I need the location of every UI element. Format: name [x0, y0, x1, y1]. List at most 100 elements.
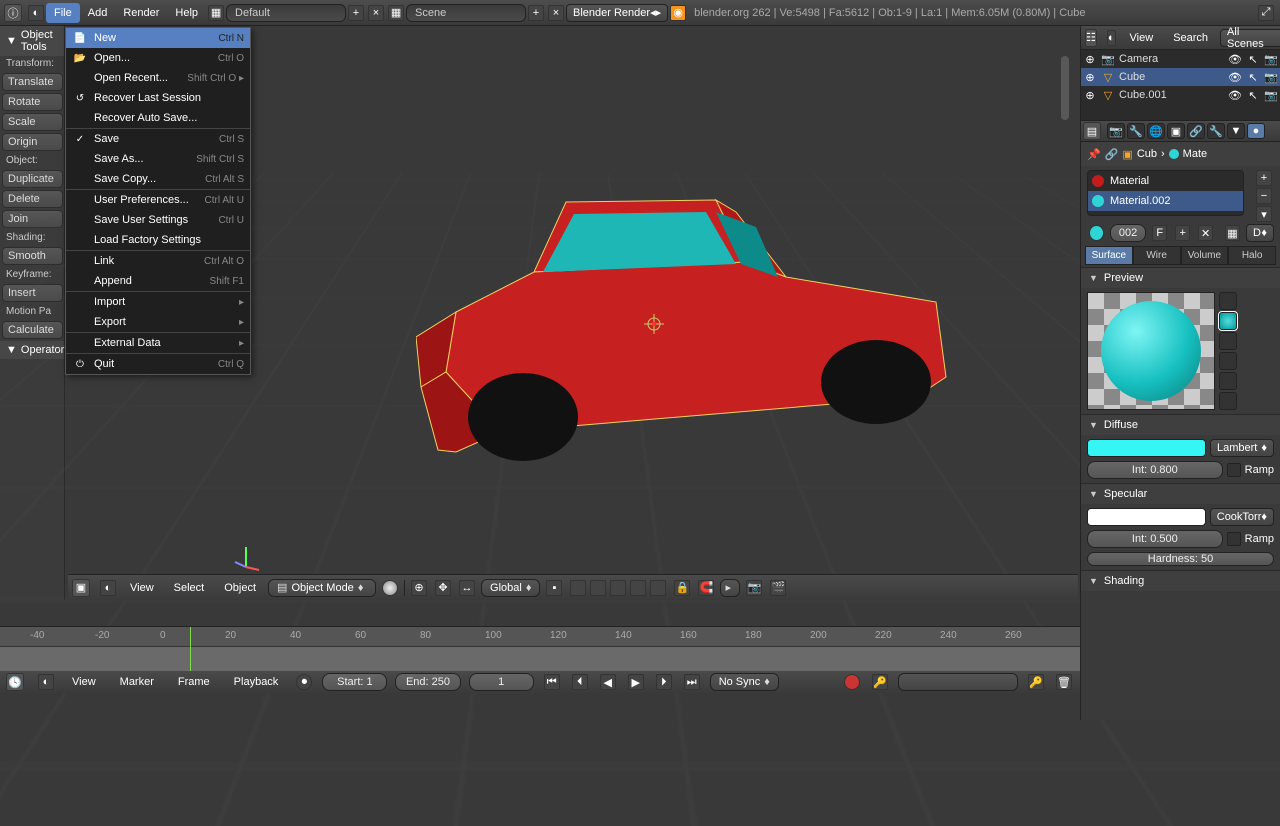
prev-monkey-icon[interactable] — [1219, 352, 1237, 370]
tab-modifiers-icon[interactable]: 🔧 — [1207, 123, 1225, 139]
file-menu-save-user-settings[interactable]: Save User SettingsCtrl U — [66, 210, 250, 230]
mode-dropdown[interactable]: ▤ Object Mode ♦ — [268, 579, 376, 597]
prev-flat-icon[interactable] — [1219, 292, 1237, 310]
shading-panel-header[interactable]: ▼Shading — [1081, 570, 1280, 591]
outl-search[interactable]: Search — [1165, 28, 1216, 48]
mat-remove-icon[interactable]: − — [1256, 188, 1272, 204]
keyframe-next-icon[interactable]: ⏵ — [656, 674, 672, 690]
splash-icon[interactable]: ◐ — [28, 5, 44, 21]
3d-menu-object[interactable]: Object — [216, 578, 264, 598]
timeline-editor-icon[interactable]: 🕓 — [6, 673, 24, 691]
tab-material-icon[interactable]: ● — [1247, 123, 1265, 139]
file-menu-user-preferences-[interactable]: User Preferences...Ctrl Alt U — [66, 190, 250, 210]
tl-menu-frame[interactable]: Frame — [170, 672, 218, 692]
specular-intensity-field[interactable]: Int: 0.500 — [1087, 530, 1223, 548]
mat-fake-icon[interactable]: F — [1152, 225, 1167, 241]
tab-volume[interactable]: Volume — [1181, 246, 1229, 265]
menu-add[interactable]: Add — [80, 3, 116, 23]
tab-world-icon[interactable]: 🌐 — [1147, 123, 1165, 139]
file-menu-open-[interactable]: 📂Open...Ctrl O — [66, 48, 250, 68]
jump-start-icon[interactable]: ⏮ — [544, 674, 560, 690]
tab-object-icon[interactable]: ▣ — [1167, 123, 1185, 139]
tab-render-icon[interactable]: 📷 — [1107, 123, 1125, 139]
outliner-editor-icon[interactable]: ☷ — [1085, 29, 1097, 47]
sync-dropdown[interactable]: No Sync ♦ — [710, 673, 779, 691]
outliner-filter-icon[interactable]: ◐ — [1107, 30, 1116, 46]
screen-layout-field[interactable]: Default — [226, 4, 346, 22]
specular-color-field[interactable] — [1087, 508, 1206, 526]
tl-expand-icon[interactable]: ◐ — [38, 674, 54, 690]
timeline-cursor[interactable] — [190, 627, 191, 671]
tool-translate[interactable]: Translate — [2, 73, 63, 91]
file-menu-recover-auto-save-[interactable]: Recover Auto Save... — [66, 108, 250, 128]
preview-panel-header[interactable]: ▼Preview — [1081, 267, 1280, 288]
file-menu-new[interactable]: 📄NewCtrl N — [66, 28, 250, 48]
jump-end-icon[interactable]: ⏭ — [684, 674, 700, 690]
snap-type-dropdown[interactable]: ▸ — [720, 579, 740, 597]
play-reverse-icon[interactable]: ◀ — [600, 674, 616, 690]
file-menu-append[interactable]: AppendShift F1 — [66, 271, 250, 291]
autokey-icon[interactable]: ⏺ — [296, 674, 312, 690]
key-delete-icon[interactable]: 🗑 — [1056, 674, 1072, 690]
snap-icon[interactable]: 🧲 — [698, 580, 714, 596]
file-menu-recover-last-session[interactable]: ↺Recover Last Session — [66, 88, 250, 108]
mat-nodes-icon[interactable]: ▦ — [1225, 225, 1240, 241]
crumb-mat[interactable]: Mate — [1183, 148, 1207, 160]
specular-shader-dropdown[interactable]: CookTorr♦ — [1210, 508, 1274, 526]
keyingset-field[interactable] — [898, 673, 1018, 691]
prev-sphere-icon[interactable] — [1219, 312, 1237, 330]
pivot-icon[interactable]: ⊕ — [411, 580, 427, 596]
outliner-item-cube[interactable]: ⊕▽Cube👁↖📷 — [1081, 68, 1280, 86]
tab-constraints-icon[interactable]: 🔗 — [1187, 123, 1205, 139]
file-menu-save-as-[interactable]: Save As...Shift Ctrl S — [66, 149, 250, 169]
mat-menu-icon[interactable]: ▾ — [1256, 206, 1272, 222]
scene-del-icon[interactable]: × — [548, 5, 564, 21]
crumb-obj[interactable]: Cub — [1137, 148, 1157, 160]
mat-x-icon[interactable]: ✕ — [1198, 225, 1213, 241]
3dview-editor-icon[interactable]: ▣ — [72, 579, 90, 597]
orientation-dropdown[interactable]: Global ♦ — [481, 579, 540, 597]
scene-field[interactable]: Scene — [406, 4, 526, 22]
layer-buttons[interactable] — [568, 580, 668, 596]
prev-cube-icon[interactable] — [1219, 332, 1237, 350]
mat-link-dropdown[interactable]: D♦ — [1246, 224, 1274, 242]
mat-name-field[interactable]: 002 — [1110, 224, 1146, 242]
render-preview-icon[interactable]: 📷 — [746, 580, 762, 596]
manipulator-icon[interactable]: ✥ — [435, 580, 451, 596]
mat-add-icon[interactable]: + — [1256, 170, 1272, 186]
diffuse-intensity-field[interactable]: Int: 0.800 — [1087, 461, 1223, 479]
tl-menu-playback[interactable]: Playback — [226, 672, 287, 692]
prev-hair-icon[interactable] — [1219, 372, 1237, 390]
lock-camera-icon[interactable]: 🔒 — [674, 580, 690, 596]
info-editor-icon[interactable]: ⓘ — [4, 4, 22, 22]
prev-world-icon[interactable] — [1219, 392, 1237, 410]
material-slot-material[interactable]: Material — [1088, 171, 1243, 191]
file-menu-external-data[interactable]: External Data ▸ — [66, 333, 250, 353]
outl-display-dropdown[interactable]: All Scenes — [1220, 29, 1280, 47]
material-slot-list[interactable]: MaterialMaterial.002 — [1087, 170, 1244, 216]
current-frame-field[interactable]: 1 — [469, 673, 534, 691]
render-engine-dropdown[interactable]: Blender Render◂▸ — [566, 4, 668, 22]
expand-icon[interactable]: ⤢ — [1258, 5, 1274, 21]
keyframe-prev-icon[interactable]: ⏴ — [572, 674, 588, 690]
tl-menu-view[interactable]: View — [64, 672, 104, 692]
specular-ramp-checkbox[interactable] — [1227, 532, 1241, 546]
mat-plus-icon[interactable]: + — [1175, 225, 1190, 241]
tab-data-icon[interactable]: ▼ — [1227, 123, 1245, 139]
tl-menu-marker[interactable]: Marker — [112, 672, 162, 692]
keying-icon[interactable]: 🔑 — [872, 674, 888, 690]
tab-halo[interactable]: Halo — [1228, 246, 1276, 265]
menu-render[interactable]: Render — [115, 3, 167, 23]
record-icon[interactable] — [844, 674, 860, 690]
material-slot-material.002[interactable]: Material.002 — [1088, 191, 1243, 211]
manip-trans-icon[interactable]: ↔ — [459, 580, 475, 596]
outliner-item-cube.001[interactable]: ⊕▽Cube.001👁↖📷 — [1081, 86, 1280, 104]
scene-add-icon[interactable]: + — [528, 5, 544, 21]
outliner-item-camera[interactable]: ⊕📷Camera👁↖📷 — [1081, 50, 1280, 68]
car-mesh-object[interactable] — [416, 172, 956, 472]
key-insert-icon[interactable]: 🔑 — [1028, 674, 1044, 690]
file-menu-link[interactable]: LinkCtrl Alt O — [66, 251, 250, 271]
file-menu-save[interactable]: ✓SaveCtrl S — [66, 129, 250, 149]
pin-icon[interactable]: 📌 — [1087, 148, 1101, 161]
tool-scale[interactable]: Scale — [2, 113, 63, 131]
